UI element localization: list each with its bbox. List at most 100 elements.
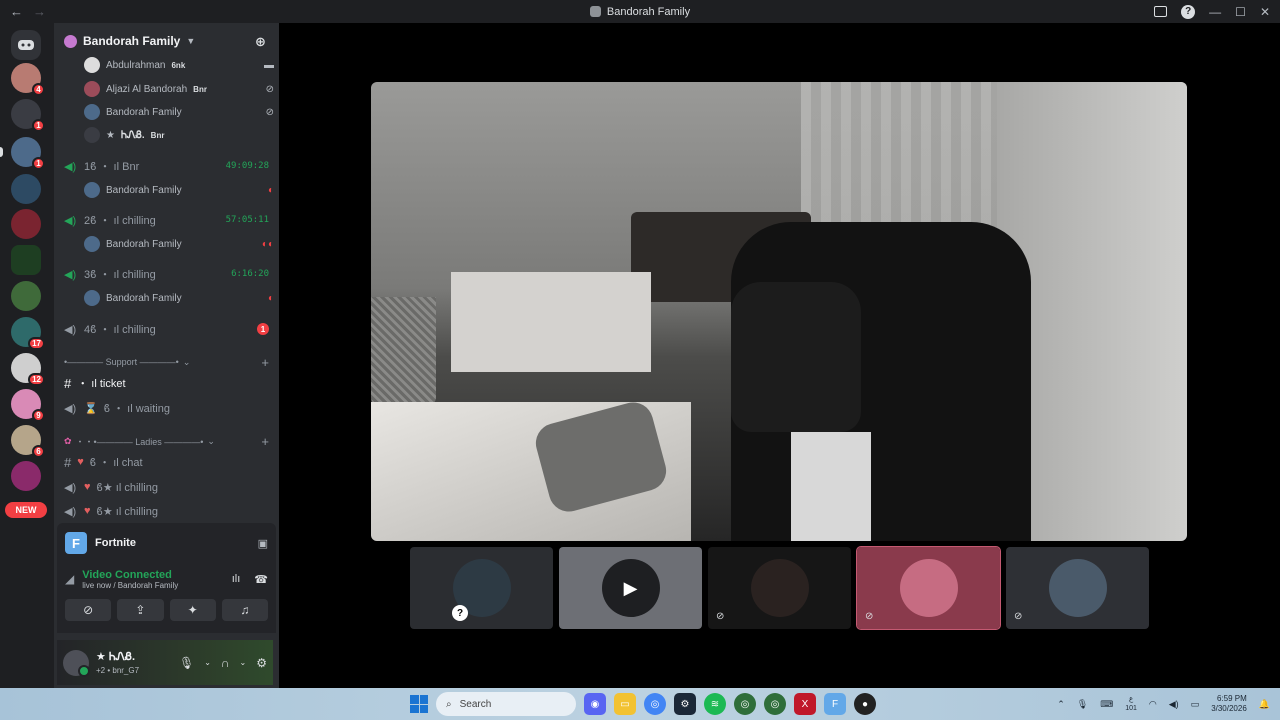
add-member-icon[interactable]: ⊕ [255, 34, 269, 49]
maximize-button[interactable]: ☐ [1235, 5, 1246, 19]
participant-tile[interactable]: ? [410, 547, 553, 629]
spotify-icon[interactable]: ≋ [704, 693, 726, 715]
server-avatar[interactable]: 1 [0, 137, 45, 170]
discord-app-icon[interactable]: ◉ [584, 693, 606, 715]
server-avatar[interactable]: 6 [11, 425, 45, 458]
speaker-icon: ◀) [64, 402, 77, 415]
server-avatar[interactable] [11, 209, 41, 239]
server-avatar[interactable]: 9 [11, 389, 45, 422]
voice-channel[interactable]: ◀) ♥ ϐ★ ıl chilling [64, 500, 269, 522]
chevron-down-icon[interactable]: ⌄ [240, 658, 247, 667]
participant-tile[interactable]: ⊘ [1006, 547, 1149, 629]
deafened-icon: ◐ [267, 292, 274, 304]
minimize-button[interactable]: — [1209, 5, 1221, 19]
file-explorer-icon[interactable]: ▭ [614, 693, 636, 715]
category-ladies[interactable]: ✿ ・・•———— Ladies ————• ⌄ + [64, 433, 269, 449]
heart-icon: ♥ [77, 456, 84, 468]
language-indicator[interactable]: ع 101 [1125, 695, 1137, 713]
close-button[interactable]: ✕ [1260, 5, 1270, 19]
fortnite-icon[interactable]: F [824, 693, 846, 715]
new-badge[interactable]: NEW [5, 502, 47, 518]
voice-user[interactable]: Bandorah Family ◐◐ [84, 234, 274, 254]
participant-tile[interactable]: ⊘ [708, 547, 851, 629]
notifications-icon[interactable]: 🔔 [1259, 699, 1270, 710]
screen-share-icon[interactable]: ▣ [258, 537, 268, 550]
activities-button[interactable]: ✦ [169, 599, 216, 621]
server-avatar[interactable] [11, 281, 41, 311]
server-avatar[interactable]: 17 [11, 317, 45, 350]
participant-tile[interactable]: ▶ [559, 547, 702, 629]
voice-channel[interactable]: ◀) 4ϐ ・ ıl chilling 1 [64, 318, 269, 340]
noise-suppression-icon[interactable]: ılı [232, 573, 241, 586]
main-video-feed[interactable] [371, 82, 1187, 541]
voice-channel[interactable]: ◀) 1ϐ ・ ıl Bnr 49:09:28 [64, 155, 269, 177]
server-avatar[interactable] [11, 461, 41, 491]
stream-off-icon: ⊘ [1014, 611, 1023, 622]
home-button[interactable] [11, 30, 41, 60]
keyboard-icon[interactable]: ⌨ [1100, 699, 1113, 710]
voice-user[interactable]: ★ ᏂᏁᏰ. Bnr [84, 125, 274, 145]
avatar[interactable] [63, 649, 90, 677]
server-avatar[interactable]: 12 [11, 353, 45, 386]
server-avatar[interactable] [11, 245, 41, 275]
chevron-down-icon[interactable]: ⌄ [204, 658, 211, 667]
headphones-icon[interactable]: ∩ [221, 656, 230, 670]
microphone-icon[interactable]: 🎙 [179, 656, 194, 670]
microphone-icon[interactable]: 🎙 [1077, 699, 1088, 710]
windows-start-icon[interactable] [410, 695, 428, 713]
voice-channel[interactable]: ◀) 2ϐ ・ ıl chilling 57:05:11 [64, 209, 269, 231]
unread-badge: 17 [28, 337, 45, 350]
search-icon: ⌕ [446, 698, 452, 710]
voice-user[interactable]: Bandorah Family ◐ [84, 180, 274, 200]
server-avatar[interactable] [11, 174, 41, 204]
speaker-icon: ◀) [64, 214, 77, 227]
steam-icon[interactable]: ⚙ [674, 693, 696, 715]
voice-user[interactable]: Abdulrahman 6nk ▬ [84, 55, 274, 75]
soundboard-button[interactable]: ♫ [221, 599, 268, 621]
clock[interactable]: 6:59 PM 3/30/2026 [1211, 694, 1247, 714]
text-channel[interactable]: # ♥ ϐ ・ ıl chat [64, 451, 269, 473]
back-arrow-icon[interactable]: ← [10, 4, 23, 19]
avatar [84, 127, 100, 143]
voice-user[interactable]: Bandorah Family ◐ [84, 288, 274, 308]
text-channel[interactable]: # ・ ıl ticket [64, 372, 269, 394]
chrome-profile-icon[interactable]: ◎ [764, 693, 786, 715]
camera-off-button[interactable]: ⊘ [65, 599, 112, 621]
hash-icon: # [64, 454, 72, 470]
chrome-profile-icon[interactable]: ◎ [734, 693, 756, 715]
avatar [84, 236, 100, 252]
activity-row[interactable]: F Fortnite ▣ [57, 523, 276, 563]
category-support[interactable]: •———— Support ————• ⌄ + [64, 354, 269, 370]
chevron-up-icon[interactable]: ⌃ [1057, 699, 1065, 710]
taskbar-search[interactable]: ⌕ Search [436, 692, 576, 716]
voice-user[interactable]: Bandorah Family ⊘ [84, 102, 274, 122]
obs-icon[interactable]: ● [854, 693, 876, 715]
guild-header[interactable]: Bandorah Family ▼ ⊕ [54, 23, 279, 59]
share-screen-button[interactable]: ⇪ [117, 599, 164, 621]
forward-arrow-icon[interactable]: → [33, 4, 46, 19]
wifi-icon[interactable]: ◠ [1149, 699, 1157, 710]
add-channel-icon[interactable]: + [261, 434, 269, 449]
inbox-icon[interactable] [1154, 6, 1168, 17]
server-avatar[interactable]: 4 [11, 63, 45, 96]
stream-off-icon: ⊘ [716, 611, 725, 622]
voice-channel[interactable]: ◀) ⌛ ϐ ・ ıl waiting [64, 397, 269, 419]
server-avatar[interactable]: 1 [11, 99, 45, 132]
participant-tile[interactable]: ⊘ [856, 546, 1001, 630]
hash-icon: # [64, 375, 72, 391]
disconnect-icon[interactable]: ☎ [254, 573, 268, 586]
help-icon[interactable]: ? [1181, 4, 1196, 19]
fortnite-icon: F [65, 532, 87, 554]
voice-channel[interactable]: ◀) 3ϐ ・ ıl chilling 6:16:20 [64, 263, 269, 285]
voice-panel: F Fortnite ▣ ◢ Video Connected live now … [57, 523, 276, 633]
volume-icon[interactable]: ◀) [1169, 699, 1179, 710]
settings-gear-icon[interactable]: ⚙ [256, 656, 267, 670]
unread-badge: 1 [32, 157, 45, 170]
x-app-icon[interactable]: X [794, 693, 816, 715]
add-channel-icon[interactable]: + [261, 355, 269, 370]
chrome-icon[interactable]: ◎ [644, 693, 666, 715]
battery-icon[interactable]: ▭ [1191, 699, 1200, 710]
voice-user[interactable]: Aljazi Al Bandorah Bnr ⊘ [84, 79, 274, 99]
voice-channel[interactable]: ◀) ♥ ϐ★ ıl chilling [64, 476, 269, 498]
heart-icon: ♥ [84, 505, 91, 517]
